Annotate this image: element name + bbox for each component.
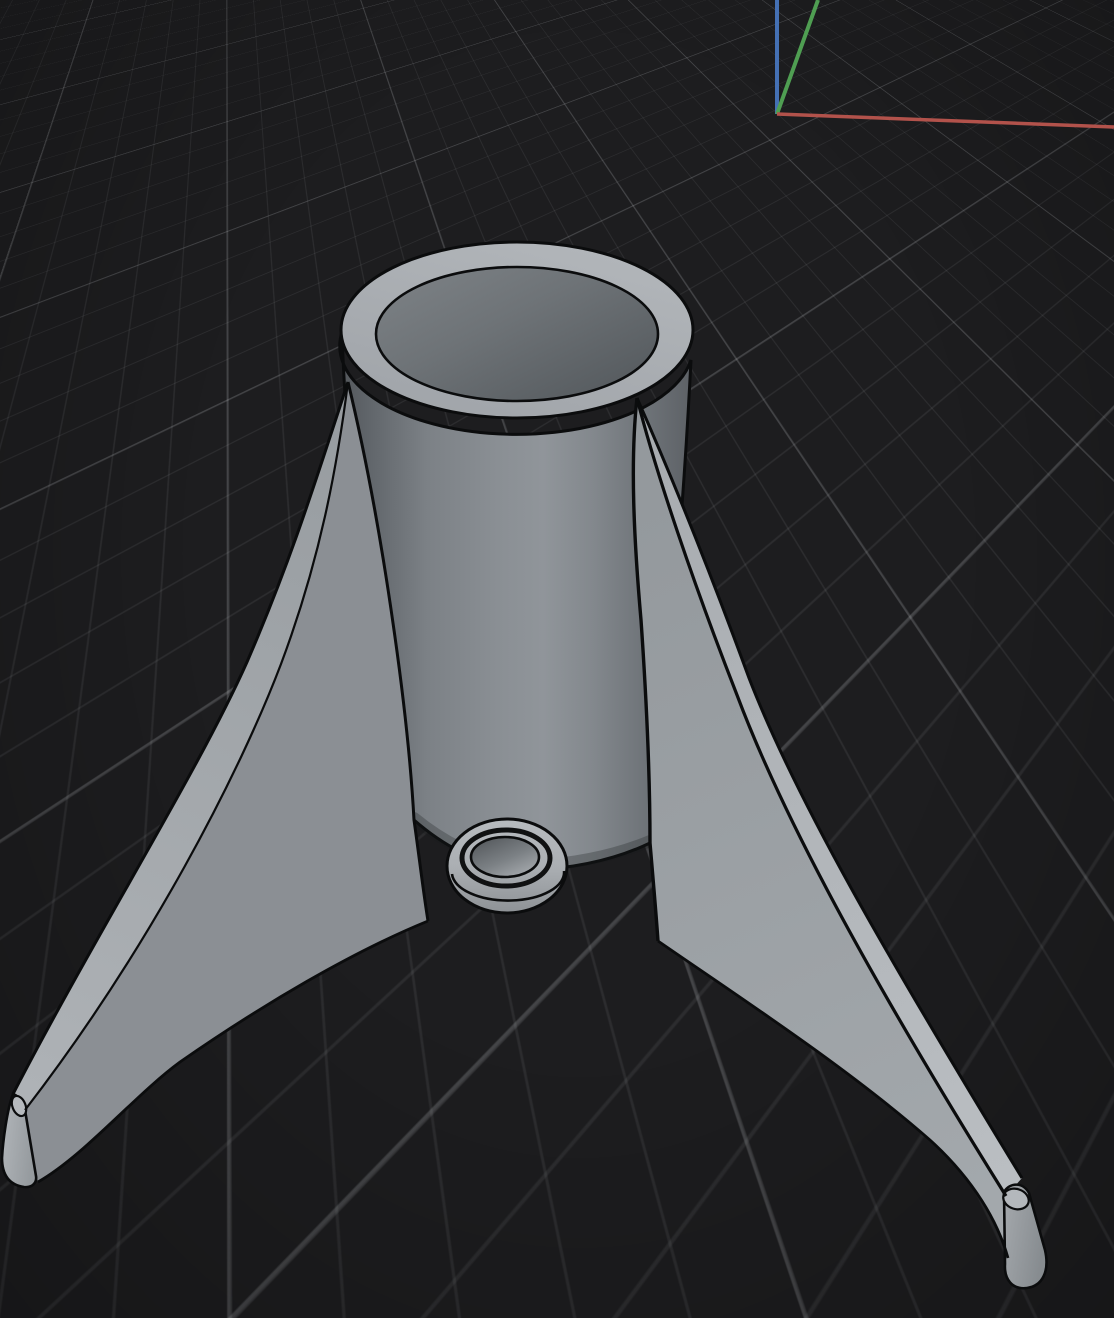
launch-lug-ring[interactable] [447,819,567,913]
3d-viewport[interactable] [0,0,1114,1318]
right-fin[interactable] [633,398,1046,1288]
x-axis-line [777,114,1114,127]
body-tube-inner-bore[interactable] [376,267,658,401]
left-fin[interactable] [2,382,428,1187]
model-rocket-fin-can[interactable] [2,242,1046,1288]
y-axis-line [777,0,818,114]
world-axes [777,0,1114,127]
app-root: { "viewport": { "type": "3d-cad-viewport… [0,0,1114,1318]
model-canvas[interactable] [0,0,1114,1318]
launch-lug-hole[interactable] [471,837,539,877]
